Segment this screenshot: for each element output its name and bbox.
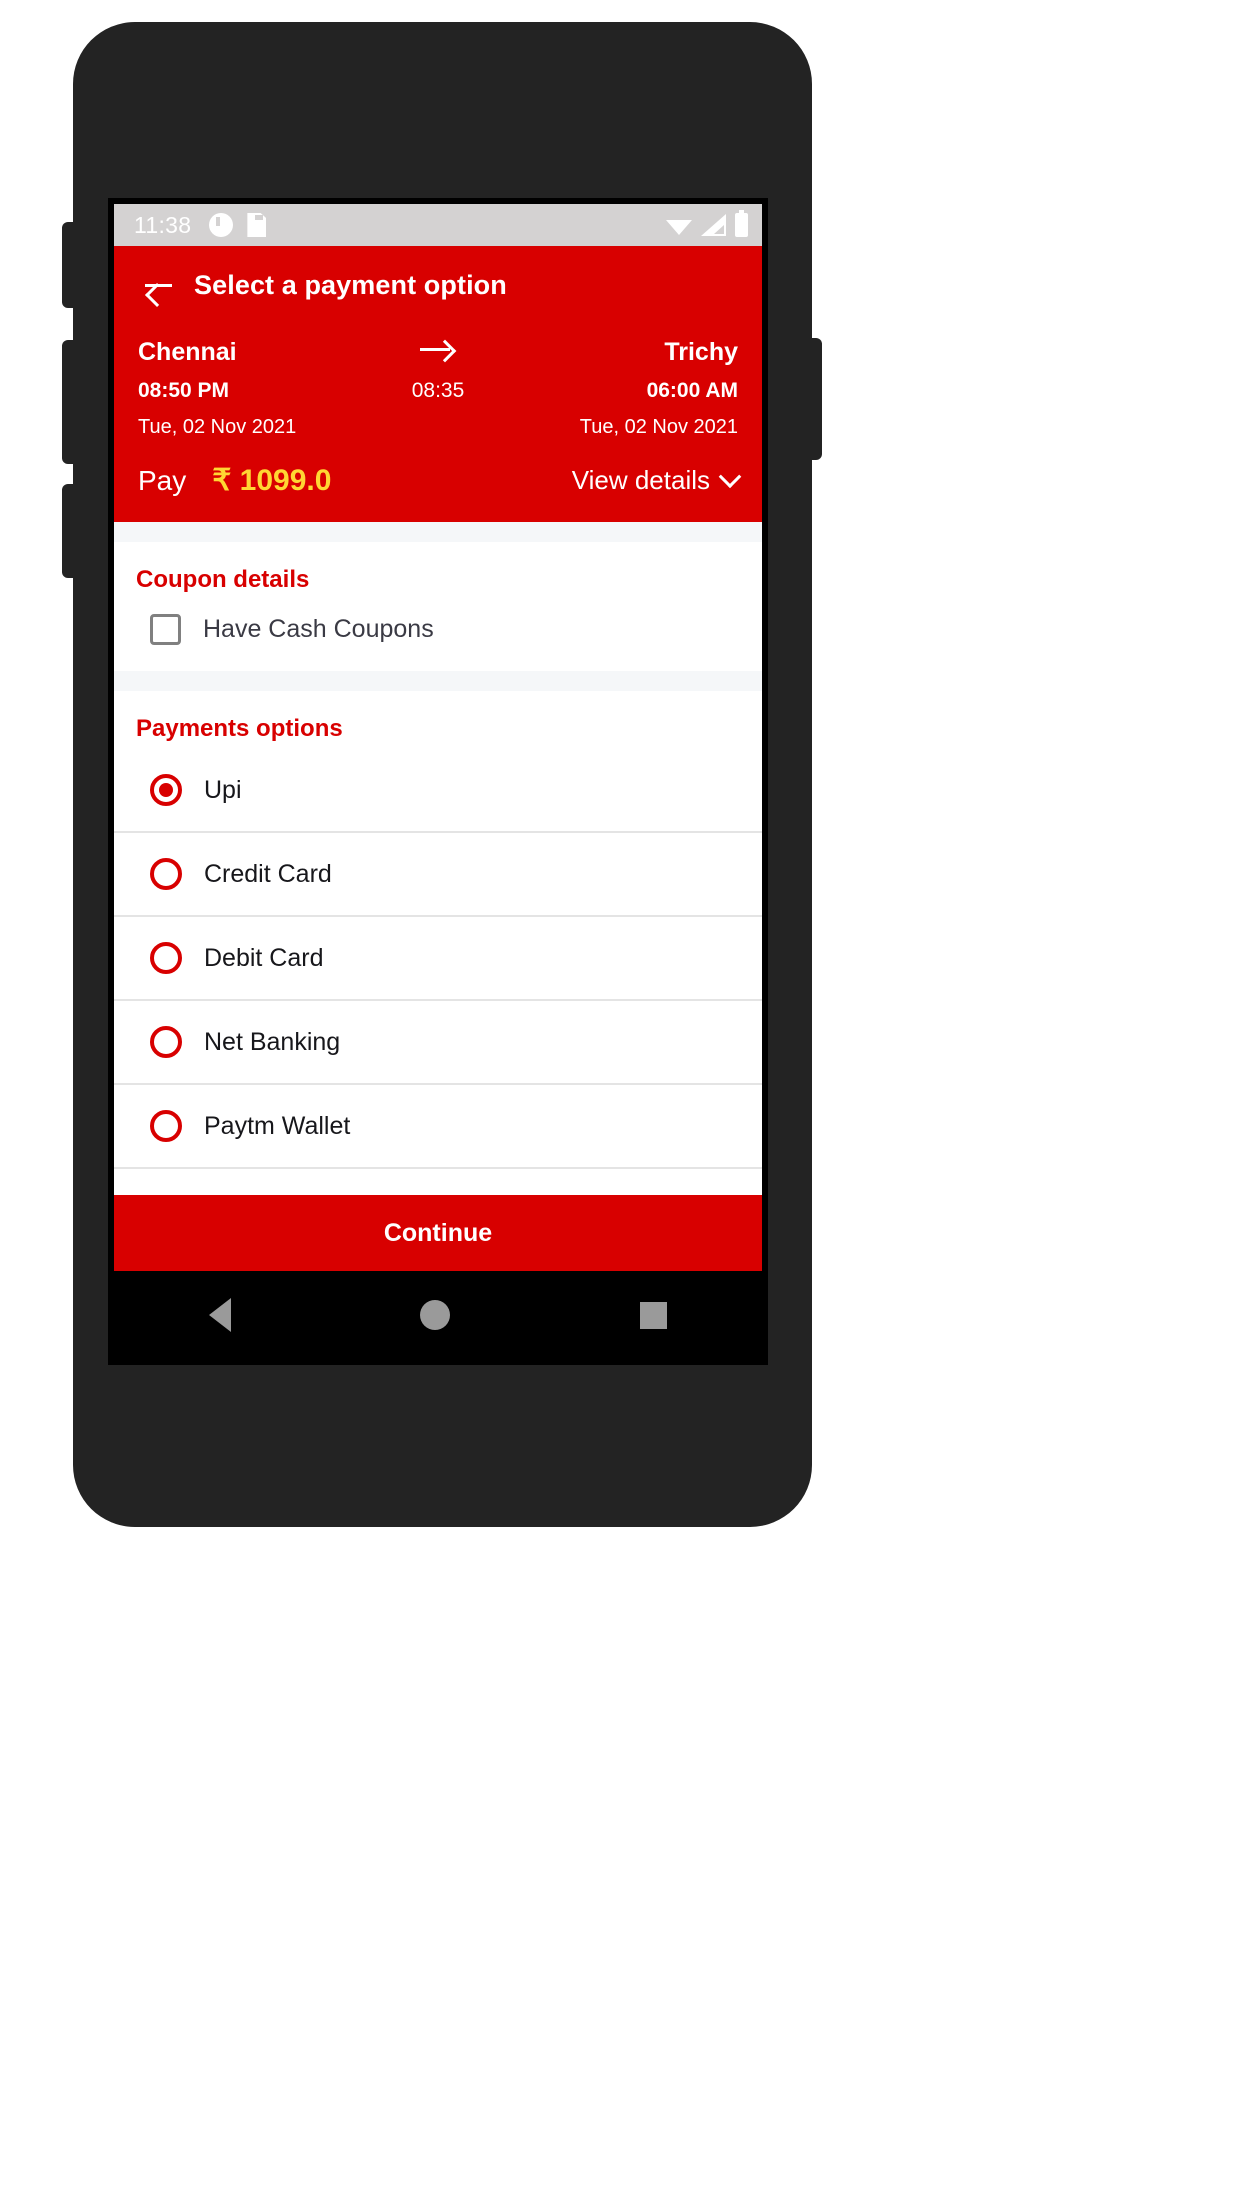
payment-option-radio[interactable] xyxy=(150,774,182,807)
payment-option-row[interactable]: Net Banking xyxy=(114,1001,762,1086)
pay-amount: ₹ 1099.0 xyxy=(212,464,332,498)
origin-city: Chennai xyxy=(138,338,237,366)
pay-summary-bar: Pay ₹ 1099.0 View details xyxy=(114,445,762,504)
app-header: Select a payment option Chennai Trichy 0… xyxy=(114,246,762,523)
journey-duration: 08:35 xyxy=(411,378,465,402)
have-cash-coupons-row[interactable]: Have Cash Coupons xyxy=(114,600,762,671)
status-bar-system-icons xyxy=(666,210,748,237)
destination-date: Tue, 02 Nov 2021 xyxy=(579,416,738,439)
payment-option-radio[interactable] xyxy=(150,1110,182,1143)
triangle-back-icon[interactable] xyxy=(208,1298,231,1332)
view-details-button[interactable]: View details xyxy=(571,465,742,496)
chevron-down-icon xyxy=(718,465,742,488)
payment-option-label: Net Banking xyxy=(204,1027,341,1056)
page-title: Select a payment option xyxy=(194,269,507,300)
payments-section: Payments options Upi Credit Card Debit C… xyxy=(114,691,762,1254)
phone-side-button-left-middle[interactable] xyxy=(62,340,76,464)
journey-duration-col: 08:35 xyxy=(363,379,513,403)
journey-origin-col: Chennai xyxy=(138,334,363,372)
payment-option-row[interactable]: Credit Card xyxy=(114,833,762,918)
origin-date: Tue, 02 Nov 2021 xyxy=(138,416,297,439)
view-details-label: View details xyxy=(571,465,710,496)
square-recents-icon[interactable] xyxy=(640,1301,668,1329)
status-bar-notification-icons xyxy=(209,213,267,237)
journey-date-row: Tue, 02 Nov 2021 Tue, 02 Nov 2021 xyxy=(138,410,738,445)
screenshot-root: 11:38 Select a payment option Chennai Tr… xyxy=(0,0,1242,2208)
payment-option-row[interactable]: Debit Card xyxy=(114,917,762,1002)
journey-origin-date-col: Tue, 02 Nov 2021 xyxy=(138,410,363,445)
journey-summary: Chennai Trichy 08:50 PM 08:35 06:00 AM T… xyxy=(114,324,762,445)
payment-option-radio[interactable] xyxy=(150,1026,182,1059)
journey-destination-col: Trichy xyxy=(513,334,738,372)
destination-time: 06:00 AM xyxy=(646,378,738,402)
journey-city-row: Chennai Trichy xyxy=(138,334,738,372)
payments-section-title: Payments options xyxy=(136,715,343,743)
alarm-icon xyxy=(209,213,234,237)
payment-option-label: Debit Card xyxy=(204,943,324,972)
phone-side-button-right[interactable] xyxy=(808,338,822,460)
section-divider-top xyxy=(114,522,762,543)
pay-label: Pay xyxy=(138,464,187,496)
payment-option-label: Credit Card xyxy=(204,859,332,888)
status-bar-clock: 11:38 xyxy=(134,211,192,238)
journey-destination-date-col: Tue, 02 Nov 2021 xyxy=(513,410,738,445)
journey-time-row: 08:50 PM 08:35 06:00 AM xyxy=(138,372,738,411)
payment-option-row[interactable]: Upi xyxy=(114,749,762,834)
payment-option-label: Upi xyxy=(204,775,242,804)
phone-side-button-left-top[interactable] xyxy=(62,222,76,308)
journey-destination-time-col: 06:00 AM xyxy=(513,372,738,411)
arrow-right-icon xyxy=(420,337,456,363)
app-bar: Select a payment option xyxy=(114,246,762,324)
destination-city: Trichy xyxy=(664,338,738,366)
coupon-section: Coupon details Have Cash Coupons xyxy=(114,542,762,672)
android-nav-bar xyxy=(114,1271,762,1359)
payment-option-radio[interactable] xyxy=(150,858,182,891)
payment-option-label: Paytm Wallet xyxy=(204,1111,351,1140)
signal-icon xyxy=(701,214,726,236)
coupon-section-title: Coupon details xyxy=(136,566,310,594)
battery-icon xyxy=(735,210,748,237)
have-cash-coupons-checkbox[interactable] xyxy=(150,614,181,646)
payment-option-row[interactable]: Paytm Wallet xyxy=(114,1085,762,1170)
screen-content: 11:38 Select a payment option Chennai Tr… xyxy=(114,204,762,1359)
sd-card-icon xyxy=(247,213,267,237)
phone-side-button-left-bottom[interactable] xyxy=(62,484,76,578)
journey-origin-time-col: 08:50 PM xyxy=(138,372,363,411)
circle-home-icon[interactable] xyxy=(420,1300,451,1330)
journey-direction-col xyxy=(363,337,513,368)
status-bar: 11:38 xyxy=(114,204,762,246)
phone-screen: 11:38 Select a payment option Chennai Tr… xyxy=(108,198,768,1365)
payment-option-radio[interactable] xyxy=(150,942,182,975)
page-body: Coupon details Have Cash Coupons Payment… xyxy=(114,522,762,1254)
have-cash-coupons-label: Have Cash Coupons xyxy=(203,615,434,644)
continue-button[interactable]: Continue xyxy=(114,1195,762,1271)
arrow-left-icon[interactable] xyxy=(142,268,176,302)
wifi-icon xyxy=(666,220,692,235)
section-divider-middle xyxy=(114,671,762,692)
origin-time: 08:50 PM xyxy=(138,378,230,402)
